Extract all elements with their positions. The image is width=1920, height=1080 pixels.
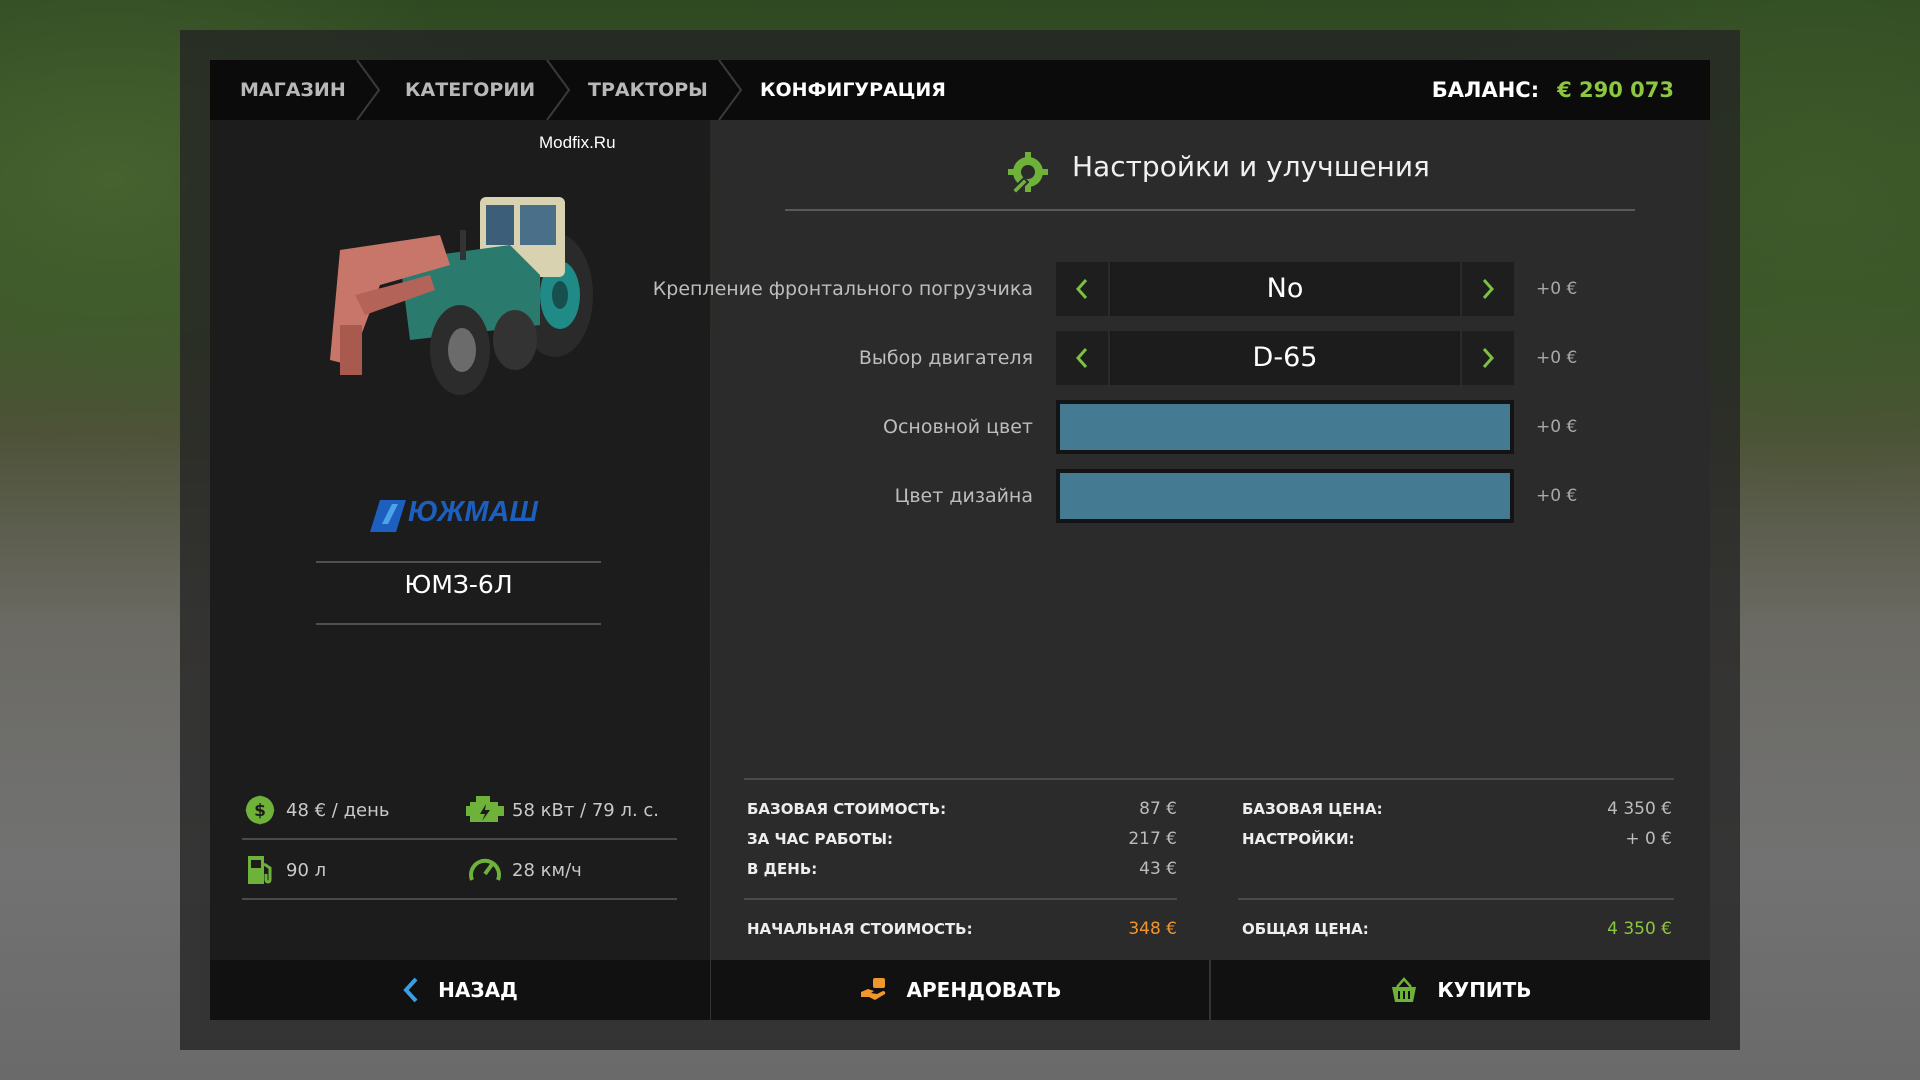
front-loader-selector: No xyxy=(1056,262,1514,316)
lease-initial-label: НАЧАЛЬНАЯ СТОИМОСТЬ: xyxy=(747,920,973,938)
base-color-swatch xyxy=(1060,404,1510,450)
divider xyxy=(316,561,601,563)
stat-power-value: 58 кВт / 79 л. с. xyxy=(512,799,660,821)
brand-name: ЮЖМАШ xyxy=(408,496,538,528)
divider xyxy=(744,898,1177,900)
color-label: Цвет дизайна xyxy=(894,485,1033,507)
balance-label: БАЛАНС: xyxy=(1431,78,1540,102)
wrench-gear-icon xyxy=(1008,152,1048,196)
breadcrumb-shop[interactable]: МАГАЗИН xyxy=(240,60,346,120)
back-label: НАЗАД xyxy=(438,978,518,1002)
option-value: No xyxy=(1112,262,1458,316)
svg-text:$: $ xyxy=(254,801,266,821)
stat-power: 58 кВт / 79 л. с. xyxy=(466,790,659,830)
divider xyxy=(316,623,601,625)
buy-base-value: 4 350 € xyxy=(1607,799,1672,819)
breadcrumb-configuration: КОНФИГУРАЦИЯ xyxy=(760,79,946,101)
option-price: +0 € xyxy=(1536,279,1578,299)
next-option-button[interactable] xyxy=(1460,262,1514,316)
speedometer-icon xyxy=(469,858,501,881)
stat-fuel-value: 90 л xyxy=(286,859,327,881)
watermark: Modfix.Ru xyxy=(539,133,616,152)
buy-config-label: НАСТРОЙКИ: xyxy=(1242,830,1355,848)
option-label: Крепление фронтального погрузчика xyxy=(652,278,1033,300)
chevron-left-icon xyxy=(403,977,418,1003)
section-title: Настройки и улучшения xyxy=(1072,150,1430,183)
color-price: +0 € xyxy=(1536,417,1578,437)
model-name: ЮМЗ-6Л xyxy=(404,570,513,599)
basket-icon xyxy=(1392,977,1417,1002)
option-label: Выбор двигателя xyxy=(858,347,1033,369)
engine-icon xyxy=(466,796,504,822)
chevron-right-icon xyxy=(1482,348,1495,368)
divider xyxy=(785,209,1635,211)
back-button[interactable]: НАЗАД xyxy=(210,960,710,1020)
divider xyxy=(1238,898,1674,900)
lease-day-value: 43 € xyxy=(1139,859,1177,879)
buy-label: КУПИТЬ xyxy=(1437,978,1532,1002)
previous-option-button[interactable] xyxy=(1056,331,1110,385)
previous-option-button[interactable] xyxy=(1056,262,1110,316)
lease-hand-icon xyxy=(860,978,885,1000)
fuel-icon xyxy=(248,856,272,884)
balance-amount: € 290 073 xyxy=(1557,78,1674,102)
divider xyxy=(242,838,677,840)
stat-fuel: 90 л xyxy=(242,850,326,890)
base-color-picker[interactable] xyxy=(1056,400,1514,454)
next-option-button[interactable] xyxy=(1460,331,1514,385)
color-price: +0 € xyxy=(1536,486,1578,506)
stat-daily-cost-value: 48 € / день xyxy=(286,799,390,821)
color-label: Основной цвет xyxy=(883,416,1033,438)
header-bar: МАГАЗИН КАТЕГОРИИ ТРАКТОРЫ КОНФИГУРАЦИЯ … xyxy=(210,60,1710,120)
breadcrumb-separator xyxy=(718,60,743,120)
lease-hour-label: ЗА ЧАС РАБОТЫ: xyxy=(747,830,894,848)
lease-base-label: БАЗОВАЯ СТОИМОСТЬ: xyxy=(747,800,947,818)
chevron-left-icon xyxy=(1075,348,1088,368)
buy-button[interactable]: КУПИТЬ xyxy=(1211,960,1710,1020)
breadcrumb-tractors[interactable]: ТРАКТОРЫ xyxy=(588,60,708,120)
option-price: +0 € xyxy=(1536,348,1578,368)
stat-speed-value: 28 км/ч xyxy=(512,859,582,881)
buy-base-label: БАЗОВАЯ ЦЕНА: xyxy=(1242,800,1383,818)
money-icon: $ xyxy=(245,795,275,825)
breadcrumb-categories[interactable]: КАТЕГОРИИ xyxy=(405,60,535,120)
breadcrumb-separator xyxy=(546,60,571,120)
design-color-swatch xyxy=(1060,473,1510,519)
chevron-right-icon xyxy=(1482,279,1495,299)
lease-base-value: 87 € xyxy=(1139,799,1177,819)
divider xyxy=(744,778,1674,780)
lease-hour-value: 217 € xyxy=(1128,829,1177,849)
lease-initial-value: 348 € xyxy=(1128,919,1177,939)
design-color-picker[interactable] xyxy=(1056,469,1514,523)
buy-total-value: 4 350 € xyxy=(1607,919,1672,939)
lease-label: АРЕНДОВАТЬ xyxy=(906,978,1062,1002)
lease-button[interactable]: АРЕНДОВАТЬ xyxy=(711,960,1209,1020)
divider xyxy=(242,898,677,900)
lease-day-label: В ДЕНЬ: xyxy=(747,860,818,878)
buy-config-value: + 0 € xyxy=(1625,829,1672,849)
breadcrumb-separator xyxy=(356,60,381,120)
chevron-left-icon xyxy=(1075,279,1088,299)
stat-speed: 28 км/ч xyxy=(466,850,582,890)
option-value: D-65 xyxy=(1112,331,1458,385)
engine-selector: D-65 xyxy=(1056,331,1514,385)
tractor-image xyxy=(330,197,593,395)
buy-total-label: ОБЩАЯ ЦЕНА: xyxy=(1242,920,1369,938)
stat-daily-cost: $ 48 € / день xyxy=(242,790,389,830)
balance: БАЛАНС: € 290 073 xyxy=(1432,60,1674,120)
